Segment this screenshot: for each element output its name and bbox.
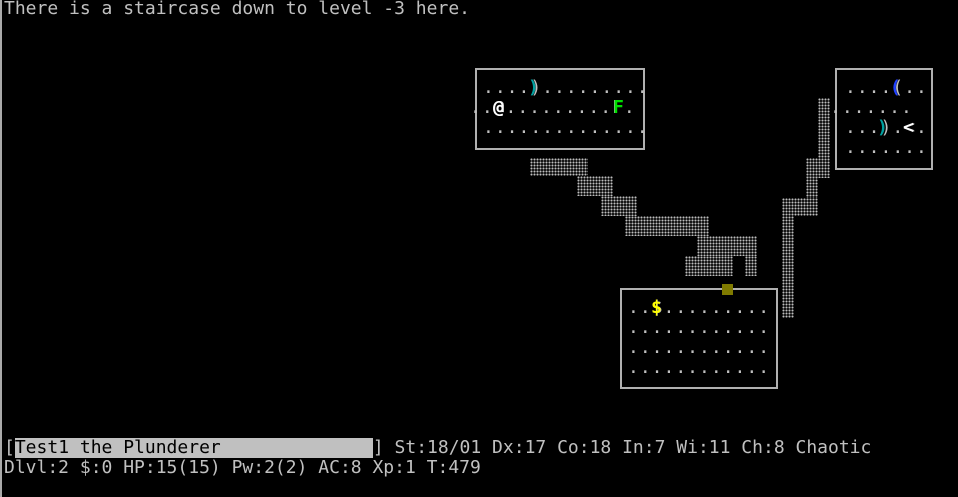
room3-floor-row-2: ............ — [628, 317, 771, 338]
corridor — [530, 158, 588, 176]
room3-floor-row-4: ............ — [628, 357, 771, 378]
corridor — [818, 98, 830, 158]
name-bracket-open: [ — [4, 437, 15, 458]
corridor — [745, 256, 757, 276]
status-line-1: [Test1 the Plunderer] St:18/01 Dx:17 Co:… — [4, 438, 871, 458]
lichen-monster-glyph: F — [613, 97, 624, 118]
corridor — [782, 198, 818, 216]
terminal-border — [0, 0, 2, 497]
corridor — [577, 176, 613, 196]
room3-floor-row-1: ..$......... — [628, 297, 771, 318]
corridor — [697, 236, 757, 256]
room1-floor-row-1: ....)......... — [483, 77, 649, 98]
corridor — [625, 216, 709, 236]
weapon-glyph: ) — [528, 77, 539, 98]
corridor — [782, 216, 794, 318]
character-name: Test1 the Plunderer — [14, 438, 373, 458]
corridor — [806, 158, 830, 178]
player-glyph: @ — [493, 97, 504, 118]
corridor — [601, 196, 637, 216]
door-icon — [722, 284, 733, 295]
status-line-2: Dlvl:2 $:0 HP:15(15) Pw:2(2) AC:8 Xp:1 T… — [4, 457, 481, 478]
tool-glyph: ( — [890, 77, 901, 98]
room3-floor-row-3: ............ — [628, 337, 771, 358]
room2-floor-row-4: ....... — [845, 137, 928, 158]
room2-floor-row-2: ....... — [830, 97, 913, 118]
gold-glyph: $ — [651, 297, 662, 318]
corridor — [685, 256, 733, 276]
attributes: St:18/01 Dx:17 Co:18 In:7 Wi:11 Ch:8 Cha… — [383, 437, 872, 458]
room1-floor-row-3: .............. — [483, 117, 649, 138]
weapon-glyph-2: ) — [877, 117, 888, 138]
message-line: There is a staircase down to level -3 he… — [4, 0, 470, 19]
corridor — [806, 176, 818, 198]
room2-floor-row-1: ....(.. — [845, 77, 928, 98]
name-bracket-close: ] — [372, 437, 384, 458]
upstairs-glyph: < — [903, 117, 914, 138]
